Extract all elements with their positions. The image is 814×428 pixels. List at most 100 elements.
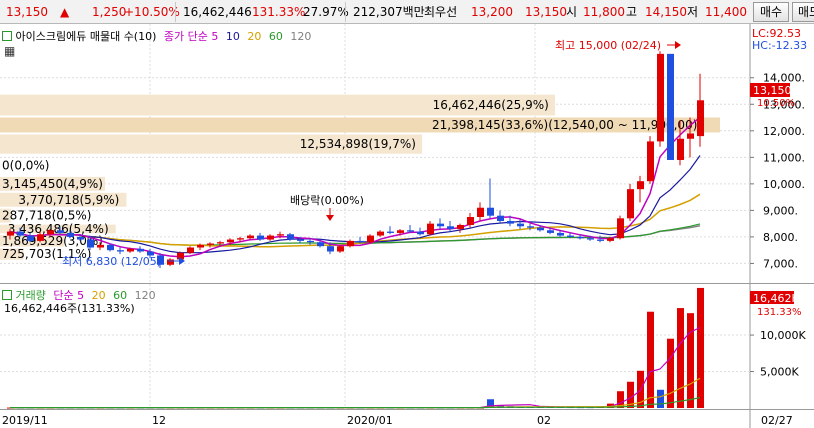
volume-bar (677, 308, 684, 408)
candle-body (547, 230, 554, 233)
x-axis-label: 12 (152, 414, 166, 427)
high-label: 고 (626, 5, 638, 19)
volume-ratio: 131.33% (252, 5, 306, 19)
sell-button[interactable]: 매도 (792, 2, 814, 22)
buy-button[interactable]: 매수 (753, 2, 789, 22)
candle-body (257, 235, 264, 240)
candle-body (617, 218, 624, 239)
candle-body (557, 232, 564, 236)
candle-body (187, 247, 194, 253)
candle-body (687, 133, 694, 139)
candle-body (517, 223, 524, 227)
change-up-arrow-icon: ▲ (60, 5, 70, 19)
low-price: 11,400 (705, 5, 747, 19)
volume-profile-label: 0(0,0%) (2, 158, 49, 172)
candle-body (587, 238, 594, 240)
price-legend-series: 종가 단순 (163, 30, 208, 43)
candle-body (607, 238, 614, 241)
price-tick-label: 11,000. (763, 151, 805, 164)
volume-profile-label: 287,718(0,5%) (2, 209, 91, 223)
volume-readout: 16,462,446주(131.33%) (4, 302, 135, 315)
candle-body (337, 246, 344, 252)
volume-bar (657, 389, 664, 408)
trade-amount: 212,307백만 (353, 5, 425, 19)
volume-bar (667, 338, 674, 408)
volume-profile-label: 12,534,898(19,7%) (300, 137, 416, 151)
current-price-tag-value: 13,150 (753, 84, 792, 97)
candle-body (217, 242, 224, 244)
candle-body (417, 231, 424, 235)
open-label: 시 (566, 5, 578, 19)
low-annotation: 최저 6,830 (12/05) (62, 255, 161, 268)
candle-body (447, 226, 454, 229)
candle-body (57, 230, 64, 233)
candle-body (527, 226, 534, 228)
candle-body (97, 244, 104, 248)
candle-body (507, 220, 514, 224)
candle-body (597, 239, 604, 241)
candle-body (307, 240, 314, 243)
current-price-tag-pct: 10.50% (757, 98, 795, 109)
candle-body (117, 250, 124, 252)
candle-body (397, 230, 404, 233)
candle-body (477, 207, 484, 218)
ma60-label: 60 (268, 30, 283, 43)
high-price: 14,150 (645, 5, 687, 19)
price-tick-label: 8,000. (763, 231, 798, 244)
x-axis-label: 02/27 (761, 414, 793, 427)
candle-body (7, 231, 14, 236)
candle-body (567, 235, 574, 237)
volume-bar (647, 311, 654, 408)
current-volume-tag-value: 16,462K (753, 292, 799, 305)
stock-chart[interactable]: 16,462,446(25,9%)21,398,145(33,6%)(12,54… (0, 24, 814, 428)
candle-body (207, 243, 214, 245)
candle-body (297, 239, 304, 241)
hc-label: HC:-12.33 (752, 39, 807, 52)
candle-body (637, 181, 644, 190)
volume-bar (687, 313, 694, 408)
open-price: 11,800 (583, 5, 625, 19)
legend-checkbox-icon[interactable] (2, 31, 12, 41)
vol-ma120-label: 120 (134, 289, 156, 302)
price-tick-label: 7,000. (763, 257, 798, 270)
ma5-label: 5 (211, 30, 219, 43)
volume-tick-label: 5,000K (760, 366, 799, 379)
candle-body (277, 234, 284, 236)
chart-area[interactable]: 16,462,446(25,9%) 21,398,145(33,6%)(12,54… (0, 24, 814, 428)
price-tick-label: 12,000. (763, 125, 805, 138)
price-change: 1,250 (92, 5, 127, 19)
best-ask: 13,200 (471, 5, 513, 19)
candle-body (197, 244, 204, 248)
candle-body (137, 248, 144, 252)
candle-body (17, 231, 24, 236)
volume-profile-label: 3,770,718(5,9%) (18, 193, 119, 207)
candle-body (317, 242, 324, 247)
candle-body (327, 246, 334, 252)
candle-body (667, 53, 674, 160)
divider (175, 2, 176, 22)
price-legend: 아이스크림에듀 매물대 수(10) 종가 단순 5 10 20 60 120 (2, 28, 311, 44)
candle-body (267, 235, 274, 240)
dividend-annotation: 배당락(0.00%) (290, 194, 364, 207)
candle-body (627, 189, 634, 219)
candle-body (347, 240, 354, 247)
candle-body (227, 239, 234, 243)
candle-body (697, 100, 704, 137)
ma120-label: 120 (290, 30, 312, 43)
candle-body (37, 234, 44, 241)
price-tick-label: 10,000. (763, 178, 805, 191)
volume-legend-checkbox-icon[interactable] (2, 290, 12, 300)
grid-toggle-icon[interactable]: ▦ (4, 45, 15, 57)
candle-body (677, 138, 684, 160)
candle-body (407, 230, 414, 232)
candle-body (27, 235, 34, 241)
best-bid: 13,150 (525, 5, 567, 19)
candle-body (537, 227, 544, 231)
candle-body (457, 224, 464, 229)
x-axis-label: 02 (537, 414, 551, 427)
candle-body (367, 235, 374, 243)
x-axis-label: 2019/11 (2, 414, 48, 427)
candle-body (107, 244, 114, 251)
candle-body (437, 223, 444, 227)
candle-body (657, 53, 664, 142)
